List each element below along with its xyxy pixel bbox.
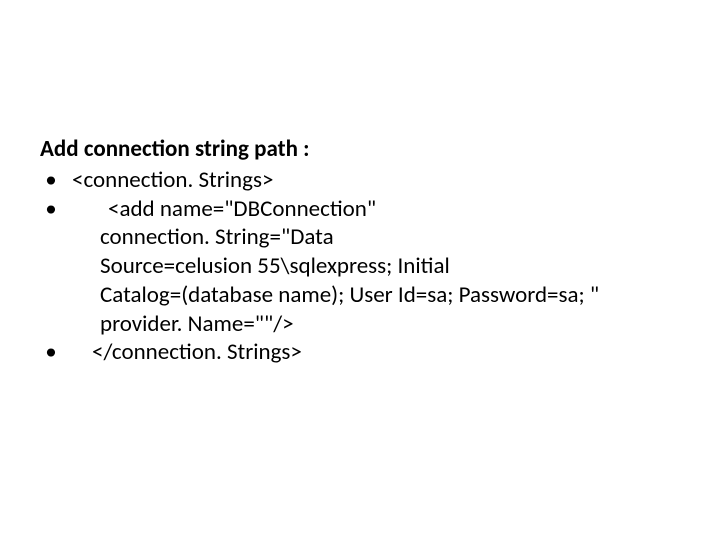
bullet-dot: • xyxy=(40,338,62,367)
bullet-text-1: <connection. Strings> xyxy=(62,166,670,195)
bullet-item-1: • <connection. Strings> xyxy=(40,166,670,195)
slide-content: Add connection string path : • <connecti… xyxy=(0,0,720,540)
slide-title: Add connection string path : xyxy=(40,135,670,164)
bullet-dot: • xyxy=(40,166,62,195)
bullet-item-3: • </connection. Strings> xyxy=(40,338,670,367)
bullet-text-2-line2: connection. String="Data xyxy=(40,223,670,252)
bullet-text-2-line5: provider. Name=""/> xyxy=(40,310,670,339)
bullet-text-2-line1: <add name="DBConnection" xyxy=(62,195,670,224)
bullet-text-2-line4: Catalog=(database name); User Id=sa; Pas… xyxy=(40,281,670,310)
bullet-text-3: </connection. Strings> xyxy=(62,338,670,367)
bullet-item-2: • <add name="DBConnection" xyxy=(40,195,670,224)
bullet-text-2-line3: Source=celusion 55\sqlexpress; Initial xyxy=(40,252,670,281)
bullet-dot: • xyxy=(40,195,62,224)
